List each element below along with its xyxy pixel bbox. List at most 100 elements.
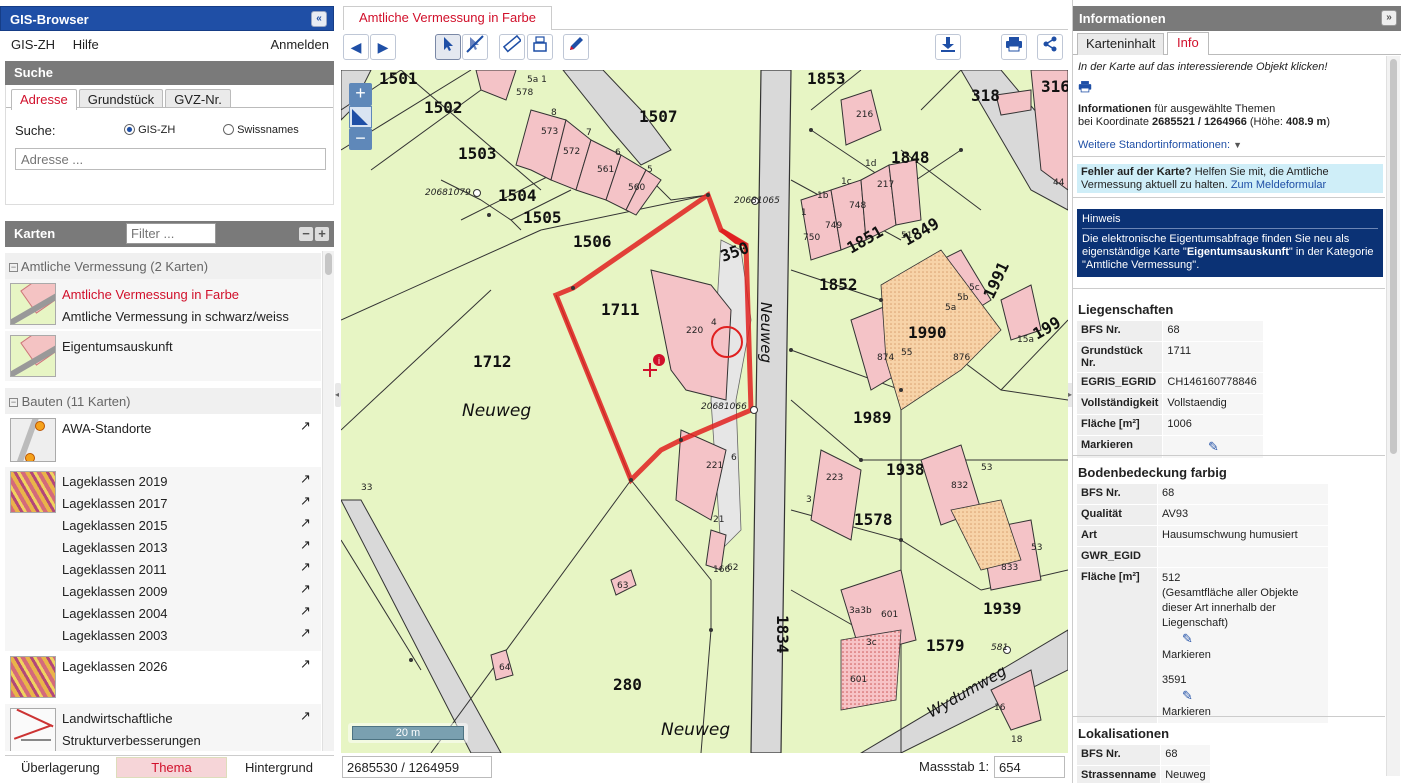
zoom-in-button[interactable]: +: [349, 83, 372, 106]
list-item-lage-2026[interactable]: Lageklassen 2026 ↗: [5, 652, 321, 702]
tab-thema[interactable]: Thema: [116, 757, 227, 778]
pen-icon[interactable]: ✎: [1182, 688, 1193, 703]
deselect-tool-button[interactable]: [462, 34, 488, 60]
print-info-icon[interactable]: [1078, 80, 1092, 96]
map-canvas[interactable]: i 1501 1502 1507 1503 1504 1505 1506 171…: [341, 70, 1068, 753]
markieren-1[interactable]: Markieren: [1162, 648, 1324, 663]
list-item-awa[interactable]: AWA-Standorte ↗: [5, 414, 321, 466]
karte-lage-2013[interactable]: Lageklassen 2013: [62, 540, 168, 555]
select-tool-button[interactable]: [435, 34, 461, 60]
info-panel: Informationen » Karteninhalt Info In der…: [1072, 0, 1401, 783]
building-220: 220: [686, 326, 703, 336]
parcel-1939: 1939: [983, 599, 1022, 618]
scale-bar: 20 m: [348, 723, 468, 743]
radio-selected-icon[interactable]: [124, 124, 135, 135]
draw-button[interactable]: [563, 34, 589, 60]
pen-icon[interactable]: ✎: [1182, 631, 1193, 646]
back-button[interactable]: ◀: [343, 34, 369, 60]
coordinate-display[interactable]: 2685530 / 1264959: [342, 756, 492, 778]
external-link-icon[interactable]: ↗: [300, 581, 311, 597]
tab-gvz[interactable]: GVZ-Nr.: [165, 89, 231, 107]
forward-button[interactable]: ▶: [370, 34, 396, 60]
external-link-icon[interactable]: ↗: [300, 603, 311, 619]
share-button[interactable]: [1037, 34, 1063, 60]
cadastral-map[interactable]: i 1501 1502 1507 1503 1504 1505 1506 171…: [341, 70, 1068, 753]
group-amtliche-vermessung[interactable]: − Amtliche Vermessung (2 Karten): [5, 253, 321, 279]
list-item-eigentum[interactable]: Eigentumsauskunft: [5, 331, 321, 381]
radio-swissnames[interactable]: Swissnames: [223, 124, 299, 136]
collapse-right-button[interactable]: »: [1381, 10, 1397, 26]
external-link-icon[interactable]: ↗: [300, 493, 311, 509]
search-input[interactable]: [15, 148, 326, 170]
zoom-extent-button[interactable]: [349, 106, 372, 128]
download-button[interactable]: [935, 34, 961, 60]
karte-lage-2015[interactable]: Lageklassen 2015: [62, 518, 168, 533]
external-link-icon[interactable]: ↗: [300, 537, 311, 553]
massstab-input[interactable]: 654: [994, 756, 1065, 778]
collapse-all-icon[interactable]: −: [299, 227, 313, 241]
external-link-icon[interactable]: ↗: [300, 708, 311, 724]
tab-info[interactable]: Info: [1167, 32, 1209, 55]
zoom-out-button[interactable]: −: [349, 128, 372, 150]
karte-lage-2019[interactable]: Lageklassen 2019: [62, 474, 168, 489]
tab-karteninhalt[interactable]: Karteninhalt: [1077, 33, 1165, 55]
menu-gis-zh[interactable]: GIS-ZH: [11, 37, 55, 52]
meldeformular-link[interactable]: Zum Meldeformular: [1231, 179, 1326, 191]
weitere-standortinfo-link[interactable]: Weitere Standortinformationen: ▼: [1078, 139, 1242, 151]
list-item-landw[interactable]: Landwirtschaftliche Strukturverbesserung…: [5, 704, 321, 751]
parcel-1711: 1711: [601, 300, 640, 319]
markieren-pen-1[interactable]: ✎: [1162, 631, 1324, 648]
menu-anmelden[interactable]: Anmelden: [270, 37, 329, 52]
karten-scrollbar[interactable]: [322, 251, 334, 751]
karte-lage-2011[interactable]: Lageklassen 2011: [62, 562, 167, 577]
print-button[interactable]: [1001, 34, 1027, 60]
karte-lage-2003[interactable]: Lageklassen 2003: [62, 628, 168, 643]
karte-eigentum[interactable]: Eigentumsauskunft: [62, 339, 173, 354]
collapse-left-button[interactable]: «: [311, 11, 327, 27]
karte-lage-2026[interactable]: Lageklassen 2026: [62, 659, 168, 674]
expand-all-icon[interactable]: +: [315, 227, 329, 241]
external-link-icon[interactable]: ↗: [300, 515, 311, 531]
karte-lage-2017[interactable]: Lageklassen 2017: [62, 496, 168, 511]
coord-value: 2685521 / 1264966: [1152, 116, 1247, 128]
area-measure-button[interactable]: [527, 34, 553, 60]
row-key: Fläche [m²]: [1077, 415, 1163, 435]
karte-lage-2009[interactable]: Lageklassen 2009: [62, 584, 168, 599]
list-item-av[interactable]: Amtliche Vermessung in Farbe Amtliche Ve…: [5, 279, 321, 329]
scrollbar-thumb[interactable]: [1390, 59, 1397, 454]
measure-button[interactable]: [499, 34, 525, 60]
parcel-1502: 1502: [424, 98, 463, 117]
karte-landw-line2[interactable]: Strukturverbesserungen: [62, 733, 201, 748]
radio-unselected-icon[interactable]: [223, 124, 234, 135]
menu-hilfe[interactable]: Hilfe: [73, 37, 99, 52]
pen-icon[interactable]: ✎: [1208, 439, 1219, 454]
karten-filter-input[interactable]: [126, 223, 216, 244]
info-scrollbar[interactable]: [1386, 56, 1400, 776]
karte-landw-line1[interactable]: Landwirtschaftliche: [62, 711, 173, 726]
karte-av-sw[interactable]: Amtliche Vermessung in schwarz/weiss: [62, 309, 289, 324]
external-link-icon[interactable]: ↗: [300, 418, 311, 434]
building-8: 8: [551, 108, 557, 118]
row-key: Art: [1077, 526, 1157, 546]
karte-av-farbe[interactable]: Amtliche Vermessung in Farbe: [62, 287, 239, 302]
ruler-icon: [502, 34, 522, 53]
external-link-icon[interactable]: ↗: [300, 559, 311, 575]
group-collapse-icon[interactable]: −: [9, 398, 18, 407]
markieren-pen-2[interactable]: ✎: [1162, 688, 1324, 705]
scrollbar-thumb[interactable]: [325, 253, 332, 275]
group-collapse-icon[interactable]: −: [9, 263, 18, 272]
external-link-icon[interactable]: ↗: [300, 471, 311, 487]
markieren-2[interactable]: Markieren: [1162, 705, 1324, 720]
tab-hintergrund[interactable]: Hintergrund: [245, 760, 313, 775]
tab-adresse[interactable]: Adresse: [11, 89, 77, 110]
node-581: 581: [991, 643, 1008, 653]
external-link-icon[interactable]: ↗: [300, 625, 311, 641]
external-link-icon[interactable]: ↗: [300, 656, 311, 672]
karte-lage-2004[interactable]: Lageklassen 2004: [62, 606, 168, 621]
map-tab-title[interactable]: Amtliche Vermessung in Farbe: [343, 6, 552, 30]
karte-awa[interactable]: AWA-Standorte: [62, 421, 151, 436]
tab-ueberlagerung[interactable]: Überlagerung: [21, 760, 100, 775]
radio-gis-zh[interactable]: GIS-ZH: [124, 124, 175, 136]
tab-grundstueck[interactable]: Grundstück: [78, 89, 164, 107]
group-bauten[interactable]: − Bauten (11 Karten): [5, 388, 321, 414]
